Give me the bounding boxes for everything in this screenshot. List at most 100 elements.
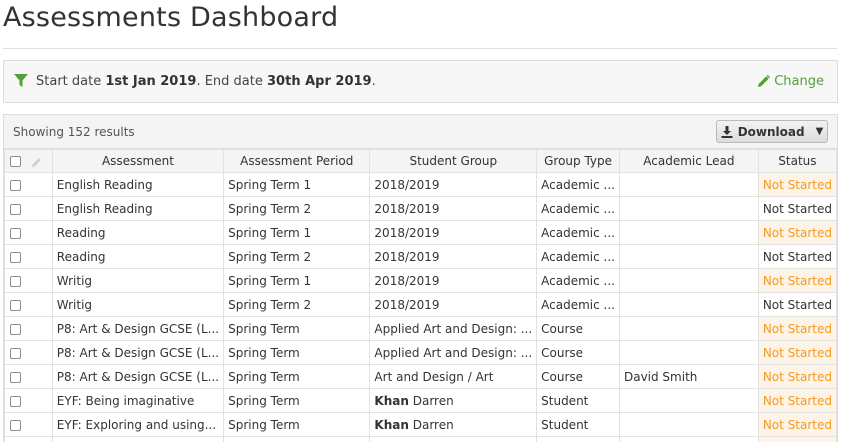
table-row[interactable] [4,436,838,442]
row-select-cell [4,172,53,197]
column-header-academic-lead[interactable]: Academic Lead [618,149,759,173]
date-filter-bar: Start date 1st Jan 2019. End date 30th A… [3,60,838,103]
results-count: Showing 152 results [13,125,135,139]
column-header-status[interactable]: Status [757,149,838,173]
date-range-text: Start date 1st Jan 2019. End date 30th A… [36,74,376,89]
status-cell [757,436,838,442]
assessment-cell[interactable]: Writig [51,292,225,317]
row-select-cell [4,436,53,442]
student-group-name: Applied Art and Design: ... [374,345,533,360]
assessment-cell[interactable]: Reading [51,220,225,245]
assessment-cell[interactable]: Reading [51,244,225,269]
table-row[interactable]: English Reading Spring Term 1 2018/2019 Aca… [4,172,838,197]
select-all-checkbox[interactable] [10,156,21,167]
status-cell: Not Started [757,172,838,197]
group-type-cell: Academic ... [536,292,620,317]
table-row[interactable]: Reading Spring Term 2 2018/2019 Academic ..… [4,244,838,269]
period-cell: Spring Term 2 [223,244,371,269]
period-cell [223,436,371,442]
student-group-name: 2018/2019 [374,201,440,216]
row-checkbox[interactable] [10,275,21,287]
status-cell: Not Started [757,340,838,365]
row-checkbox[interactable] [10,179,21,191]
column-header-student-group[interactable]: Student Group [369,149,538,173]
student-surname: Khan [374,393,409,408]
assessment-cell[interactable]: English Reading [51,196,225,221]
assessment-cell[interactable]: P8: Art & Design GCSE (L... [51,364,225,389]
row-checkbox[interactable] [10,371,21,383]
row-select-cell [4,364,53,389]
row-checkbox[interactable] [10,227,21,239]
start-date-value: 1st Jan 2019 [105,74,197,89]
group-type-cell: Academic ... [536,268,620,293]
assessment-cell[interactable] [51,436,225,442]
group-type-cell: Academic ... [536,244,620,269]
chevron-down-icon: ▼ [815,126,824,137]
group-type-cell: Course [536,364,620,389]
assessment-cell[interactable]: P8: Art & Design GCSE (L... [51,340,225,365]
row-select-cell [4,196,53,221]
assessment-cell[interactable]: Writig [51,268,225,293]
assessment-cell[interactable]: EYF: Exploring and using... [51,412,225,437]
academic-lead-cell [618,220,759,245]
download-label: Download [737,124,805,139]
column-header-assessment-period[interactable]: Assessment Period [223,149,371,173]
table-row[interactable]: English Reading Spring Term 2 2018/2019 Aca… [4,196,838,221]
student-group-name: 2018/2019 [374,273,440,288]
student-group-name: 2018/2019 [374,249,440,264]
table-row[interactable]: EYF: Exploring and using... Spring Term Kh… [4,412,838,437]
status-cell: Not Started [757,316,838,341]
status-cell: Not Started [757,364,838,389]
period-cell: Spring Term [223,340,371,365]
status-cell: Not Started [757,220,838,245]
change-label: Change [774,74,824,89]
student-group-name: Art and Design / Art [374,369,494,384]
assessment-cell[interactable]: EYF: Being imaginative [51,388,225,413]
academic-lead-cell [618,196,759,221]
row-select-cell [4,388,53,413]
row-checkbox[interactable] [10,251,21,263]
change-dates-link[interactable]: Change [757,74,824,89]
row-checkbox[interactable] [10,395,21,407]
row-checkbox[interactable] [10,323,21,335]
assessment-cell[interactable]: English Reading [51,172,225,197]
title-divider [3,48,837,49]
status-cell: Not Started [757,388,838,413]
group-type-cell: Academic ... [536,172,620,197]
column-header-group-type[interactable]: Group Type [536,149,620,173]
table-row[interactable]: Writig Spring Term 2 2018/2019 Academic ...… [4,292,838,317]
student-group-cell: 2018/2019 [369,172,538,197]
period-cell: Spring Term [223,316,371,341]
row-checkbox[interactable] [10,299,21,311]
student-group-cell: 2018/2019 [369,220,538,245]
group-type-cell: Student [536,388,620,413]
student-group-name: Darren [412,393,454,408]
table-row[interactable]: Reading Spring Term 1 2018/2019 Academic ..… [4,220,838,245]
start-date-label: Start date [36,74,102,89]
table-row[interactable]: P8: Art & Design GCSE (L... Spring Term Ap… [4,340,838,365]
row-select-cell [4,340,53,365]
download-button[interactable]: Download ▼ [716,120,828,143]
table-row[interactable]: EYF: Being imaginative Spring Term Khan Da… [4,388,838,413]
row-checkbox[interactable] [10,419,21,431]
student-group-cell [369,436,538,442]
student-group-cell: Applied Art and Design: ... [369,340,538,365]
academic-lead-cell: David Smith [618,364,759,389]
table-row[interactable]: P8: Art & Design GCSE (L... Spring Term Ap… [4,316,838,341]
assessment-cell[interactable]: P8: Art & Design GCSE (L... [51,316,225,341]
row-checkbox[interactable] [10,347,21,359]
row-select-cell [4,268,53,293]
page-title: Assessments Dashboard [3,2,339,33]
row-checkbox[interactable] [10,203,21,215]
student-group-name: 2018/2019 [374,297,440,312]
edit-icon[interactable] [31,156,43,168]
table-row[interactable]: P8: Art & Design GCSE (L... Spring Term Ar… [4,364,838,389]
group-type-cell: Student [536,412,620,437]
row-select-cell [4,244,53,269]
period-cell: Spring Term [223,364,371,389]
results-header: Showing 152 results Download ▼ [4,115,837,149]
status-cell: Not Started [757,292,838,317]
end-date-label: . End date [196,74,263,89]
column-header-assessment[interactable]: Assessment [51,149,225,173]
table-row[interactable]: Writig Spring Term 1 2018/2019 Academic ...… [4,268,838,293]
